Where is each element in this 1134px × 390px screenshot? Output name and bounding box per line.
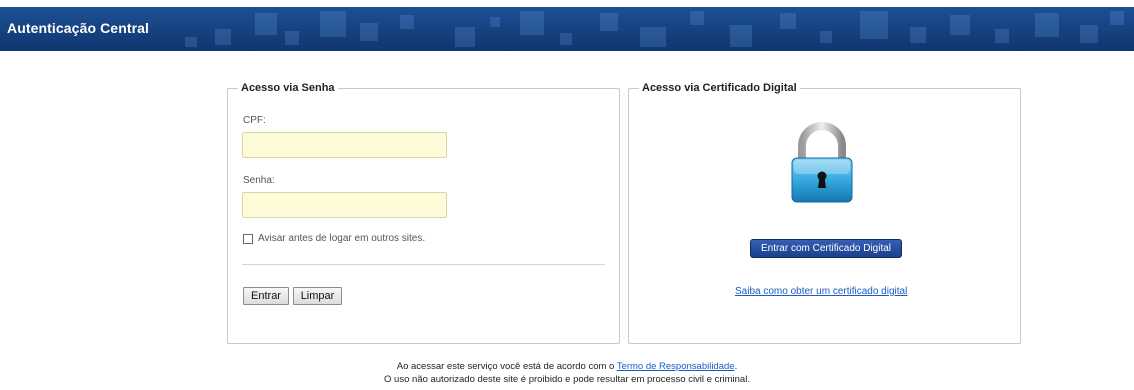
header-decoration	[560, 33, 572, 45]
header-decoration	[640, 27, 666, 47]
header-decoration	[690, 11, 704, 25]
senha-label: Senha:	[243, 175, 275, 186]
footer-notice: Ao acessar este serviço você está de aco…	[0, 360, 1134, 386]
header-decoration	[360, 23, 378, 41]
header-decoration	[1080, 25, 1098, 43]
footer-text-end: .	[734, 361, 738, 372]
limpar-button[interactable]: Limpar	[293, 287, 342, 305]
header-decoration	[1110, 11, 1124, 25]
cpf-input[interactable]	[242, 132, 447, 158]
header-decoration	[730, 25, 752, 47]
certificate-login-button[interactable]: Entrar com Certificado Digital	[750, 239, 902, 258]
header-decoration	[185, 37, 197, 47]
header-decoration	[520, 11, 544, 35]
header-decoration	[255, 13, 277, 35]
header-decoration	[600, 13, 618, 31]
certificate-box-legend: Acesso via Certificado Digital	[642, 82, 797, 94]
footer-text: Ao acessar este serviço você está de aco…	[396, 361, 617, 372]
footer-line-2: O uso não autorizado deste site é proibi…	[384, 374, 750, 385]
lock-icon	[790, 122, 854, 204]
terms-link[interactable]: Termo de Responsabilidade	[617, 361, 735, 372]
header-decoration	[490, 17, 500, 27]
app-header: Autenticação Central	[0, 7, 1134, 51]
header-decoration	[860, 11, 888, 39]
header-decoration	[400, 15, 414, 29]
header-decoration	[950, 15, 970, 35]
entrar-button[interactable]: Entrar	[243, 287, 289, 305]
header-decoration	[820, 31, 832, 43]
warn-checkbox[interactable]	[243, 233, 253, 244]
warn-checkbox-label: Avisar antes de logar em outros sites.	[258, 233, 426, 244]
certificate-info-link[interactable]: Saiba como obter um certificado digital	[735, 286, 907, 297]
form-divider	[242, 264, 605, 265]
header-decoration	[285, 31, 299, 45]
header-decoration	[780, 13, 796, 29]
header-decoration	[910, 27, 926, 43]
header-decoration	[995, 29, 1009, 43]
senha-input[interactable]	[242, 192, 447, 218]
footer-line-1: Ao acessar este serviço você está de aco…	[0, 360, 1134, 373]
header-decoration	[320, 11, 346, 37]
cpf-label: CPF:	[243, 115, 266, 126]
header-decoration	[215, 29, 231, 45]
remember-option[interactable]: Avisar antes de logar em outros sites.	[243, 233, 425, 244]
header-decoration	[1035, 13, 1059, 37]
header-decoration	[455, 27, 475, 47]
app-title: Autenticação Central	[7, 20, 150, 36]
password-box-legend: Acesso via Senha	[241, 82, 335, 94]
